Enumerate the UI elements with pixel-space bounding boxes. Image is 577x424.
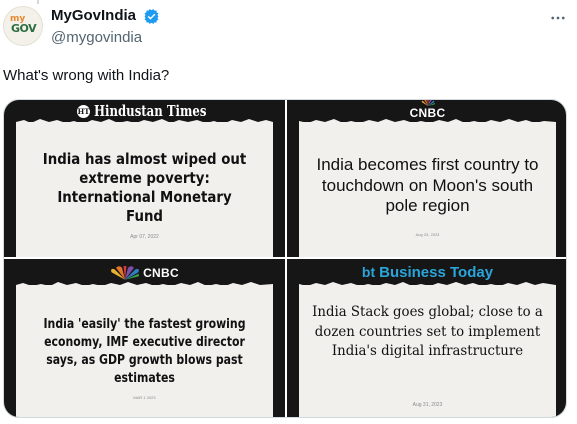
article-date: MAR 1 2023: [133, 395, 156, 400]
article-date: Aug 23, 2023: [415, 232, 440, 237]
torn-paper: India 'easily' the fastest growing econo…: [16, 282, 273, 417]
verified-badge-icon[interactable]: [143, 8, 160, 25]
thread-connector: [37, 0, 39, 4]
headline: India has almost wiped out extreme pover…: [42, 150, 247, 225]
avatar-logo-gov: GOV: [11, 22, 37, 35]
torn-paper: India Stack goes global; close to a doze…: [299, 282, 556, 417]
author-display-name[interactable]: MyGovIndia: [51, 7, 136, 24]
avatar[interactable]: my GOV: [3, 6, 43, 46]
torn-edge: [299, 282, 556, 289]
cnbc-logo: CNBC: [4, 264, 285, 282]
media-image-2[interactable]: CNBC India becomes first country to touc…: [287, 100, 566, 257]
torn-paper: India has almost wiped out extreme pover…: [16, 119, 273, 257]
source-name: CNBC: [143, 266, 179, 280]
ht-emblem-icon: HT: [77, 104, 90, 118]
headline: India 'easily' the fastest growing econo…: [43, 317, 246, 386]
article-date: Aug 31, 2023: [412, 402, 443, 408]
author-handle[interactable]: @mygovindia: [51, 29, 142, 46]
media-image-3[interactable]: CNBC India 'easily' the fastest growing …: [4, 259, 285, 417]
article-date: Apr 07, 2022: [130, 234, 159, 240]
torn-edge: [299, 119, 556, 126]
cnbc-logo: CNBC: [287, 100, 566, 120]
headline: India becomes first country to touchdown…: [316, 155, 539, 215]
torn-paper: India becomes first country to touchdown…: [299, 119, 556, 257]
media-grid: HT Hindustan Times India has almost wipe…: [3, 99, 567, 418]
source-name: Business Today: [379, 263, 494, 281]
business-today-logo: bt Business Today: [287, 261, 566, 283]
tweet-text: What's wrong with India?: [3, 67, 170, 84]
more-options-button[interactable]: [548, 8, 568, 28]
headline: India Stack goes global; close to a doze…: [312, 304, 543, 359]
more-options-icon: [551, 16, 565, 20]
bt-mark: bt: [361, 264, 376, 280]
media-image-1[interactable]: HT Hindustan Times India has almost wipe…: [4, 100, 285, 257]
torn-edge: [16, 282, 273, 289]
media-image-4[interactable]: bt Business Today India Stack goes globa…: [287, 259, 566, 417]
peacock-icon: [111, 266, 140, 280]
torn-edge: [16, 119, 273, 126]
